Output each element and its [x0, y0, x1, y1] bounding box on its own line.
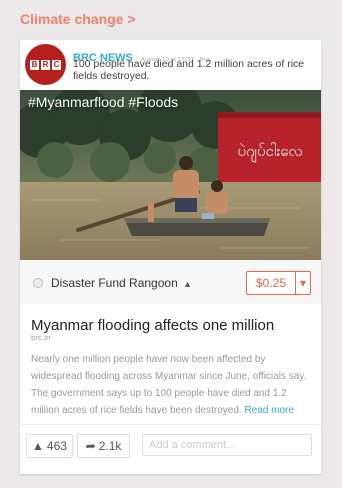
news-photo[interactable]: ပဲဂျပ်ငါးလေ #Myanmarflood #Floods: [20, 90, 321, 260]
article-body: Nearly one million people have now been …: [31, 351, 314, 419]
share-button[interactable]: ➦ 2.1k: [77, 434, 130, 458]
logo-letter: R: [41, 59, 50, 70]
article-title[interactable]: Myanmar flooding affects one million: [31, 317, 274, 334]
chevron-up-icon: ▲: [183, 279, 193, 289]
fund-dropdown[interactable]: Disaster Fund Rangoon ▲: [51, 276, 192, 290]
logo-letter: C: [52, 59, 61, 70]
share-count: 2.1k: [98, 439, 122, 453]
logo-letter: B: [30, 59, 39, 70]
headline: 100 people have died and 1.2 million acr…: [73, 58, 305, 82]
fund-radio[interactable]: [33, 278, 43, 288]
caret-down-icon[interactable]: ▼: [295, 272, 310, 294]
action-bar: ▲ 463 ➦ 2.1k: [20, 424, 321, 474]
upvote-count: 463: [46, 439, 67, 453]
card-header: B R C BRC NEWS August 10 at 15:37 · Asia…: [20, 40, 321, 90]
fund-selector-row: Disaster Fund Rangoon ▲ $0.25 ▼: [20, 260, 321, 304]
shop-sign-text: ပဲဂျပ်ငါးလေ: [238, 142, 303, 163]
triangle-up-icon: ▲: [32, 439, 44, 453]
read-more-link[interactable]: Read more: [244, 405, 293, 416]
share-arrow-icon: ➦: [85, 439, 96, 453]
fund-name: Disaster Fund Rangoon: [51, 276, 178, 290]
donate-price[interactable]: $0.25: [247, 272, 295, 294]
news-card: B R C BRC NEWS August 10 at 15:37 · Asia…: [20, 40, 321, 474]
upvote-button[interactable]: ▲ 463: [26, 434, 73, 458]
photo-hashtags[interactable]: #Myanmarflood #Floods: [28, 94, 178, 110]
topic-link[interactable]: Climate change >: [20, 11, 136, 27]
article-source[interactable]: brc.in: [31, 334, 51, 342]
source-logo[interactable]: B R C: [25, 44, 66, 85]
comment-input[interactable]: [142, 434, 312, 456]
donate-button[interactable]: $0.25 ▼: [246, 271, 311, 295]
